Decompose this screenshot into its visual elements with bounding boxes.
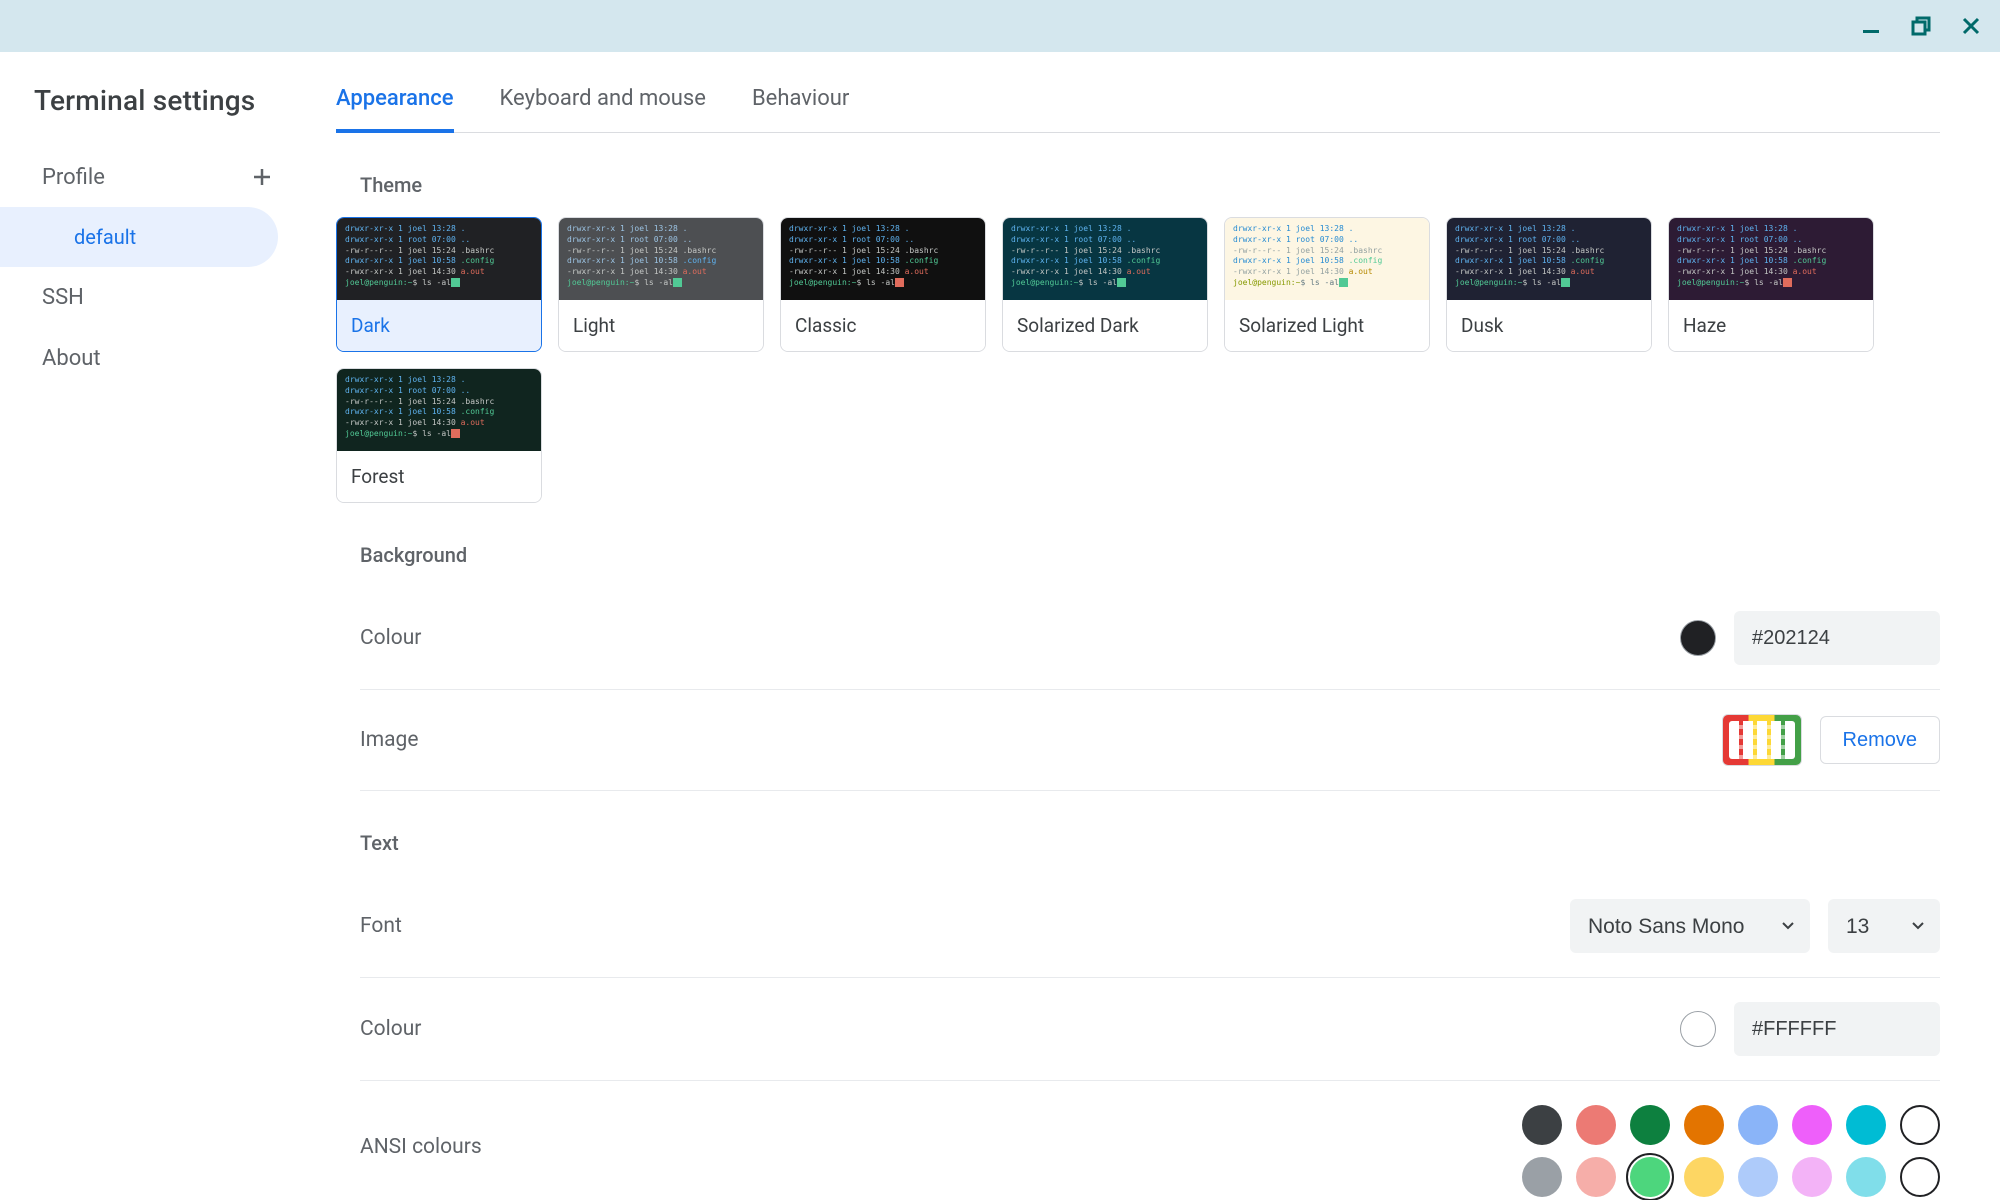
theme-card-light[interactable]: drwxr-xr-x 1 joel 13:28 . drwxr-xr-x 1 r…	[558, 217, 764, 352]
font-label: Font	[360, 914, 402, 938]
ansi-swatch[interactable]	[1576, 1105, 1616, 1145]
ansi-swatch[interactable]	[1522, 1105, 1562, 1145]
row-background-colour: Colour	[360, 587, 1940, 690]
bg-image-label: Image	[360, 728, 418, 752]
text-colour-label: Colour	[360, 1017, 421, 1041]
sidebar-item-about[interactable]: About	[0, 328, 296, 389]
ansi-swatch[interactable]	[1630, 1105, 1670, 1145]
theme-card-dusk[interactable]: drwxr-xr-x 1 joel 13:28 . drwxr-xr-x 1 r…	[1446, 217, 1652, 352]
bg-colour-label: Colour	[360, 626, 421, 650]
window-titlebar	[0, 0, 2000, 52]
theme-preview: drwxr-xr-x 1 joel 13:28 . drwxr-xr-x 1 r…	[337, 218, 541, 300]
close-button[interactable]	[1960, 15, 1982, 37]
theme-preview: drwxr-xr-x 1 joel 13:28 . drwxr-xr-x 1 r…	[559, 218, 763, 300]
maximize-button[interactable]	[1910, 15, 1932, 37]
text-colour-input[interactable]	[1734, 1002, 1940, 1056]
ansi-swatch[interactable]	[1900, 1105, 1940, 1145]
ansi-swatch[interactable]	[1900, 1157, 1940, 1197]
tab-behaviour[interactable]: Behaviour	[752, 86, 849, 133]
tab-keyboard-mouse[interactable]: Keyboard and mouse	[500, 86, 706, 133]
section-heading-text: Text	[336, 791, 1940, 875]
minimize-button[interactable]	[1860, 15, 1882, 37]
bg-colour-swatch[interactable]	[1680, 620, 1716, 656]
font-select[interactable]: Noto Sans Mono	[1570, 899, 1810, 953]
sidebar: Terminal settings Profile default SSH Ab…	[0, 52, 296, 1200]
ansi-swatch[interactable]	[1684, 1105, 1724, 1145]
theme-label: Forest	[337, 451, 541, 502]
theme-preview: drwxr-xr-x 1 joel 13:28 . drwxr-xr-x 1 r…	[781, 218, 985, 300]
theme-preview: drwxr-xr-x 1 joel 13:28 . drwxr-xr-x 1 r…	[1669, 218, 1873, 300]
theme-label: Dark	[337, 300, 541, 351]
ansi-swatch[interactable]	[1846, 1105, 1886, 1145]
app-title: Terminal settings	[0, 80, 296, 147]
bg-image-thumbnail[interactable]	[1722, 714, 1802, 766]
row-background-image: Image Remove	[360, 690, 1940, 791]
theme-label: Light	[559, 300, 763, 351]
bg-colour-input[interactable]	[1734, 611, 1940, 665]
theme-card-solarized-dark[interactable]: drwxr-xr-x 1 joel 13:28 . drwxr-xr-x 1 r…	[1002, 217, 1208, 352]
theme-label: Haze	[1669, 300, 1873, 351]
ansi-swatch[interactable]	[1684, 1157, 1724, 1197]
remove-image-button[interactable]: Remove	[1820, 716, 1940, 764]
ansi-palette-row1	[1510, 1105, 1940, 1145]
theme-card-classic[interactable]: drwxr-xr-x 1 joel 13:28 . drwxr-xr-x 1 r…	[780, 217, 986, 352]
sidebar-item-ssh[interactable]: SSH	[0, 267, 296, 328]
ansi-swatch[interactable]	[1738, 1157, 1778, 1197]
row-font: Font Noto Sans Mono 13	[360, 875, 1940, 978]
ansi-palette-row2	[1510, 1157, 1940, 1197]
ansi-swatch[interactable]	[1576, 1157, 1616, 1197]
ansi-swatch[interactable]	[1846, 1157, 1886, 1197]
add-profile-button[interactable]	[248, 163, 276, 191]
ansi-label: ANSI colours	[360, 1105, 482, 1159]
section-heading-theme: Theme	[336, 133, 1940, 217]
theme-card-dark[interactable]: drwxr-xr-x 1 joel 13:28 . drwxr-xr-x 1 r…	[336, 217, 542, 352]
theme-card-haze[interactable]: drwxr-xr-x 1 joel 13:28 . drwxr-xr-x 1 r…	[1668, 217, 1874, 352]
theme-preview: drwxr-xr-x 1 joel 13:28 . drwxr-xr-x 1 r…	[1447, 218, 1651, 300]
theme-grid: drwxr-xr-x 1 joel 13:28 . drwxr-xr-x 1 r…	[336, 217, 1940, 503]
text-colour-swatch[interactable]	[1680, 1011, 1716, 1047]
tab-appearance[interactable]: Appearance	[336, 86, 454, 133]
ansi-swatch[interactable]	[1630, 1157, 1670, 1197]
ansi-swatch[interactable]	[1522, 1157, 1562, 1197]
row-ansi-colours: ANSI colours	[360, 1081, 1940, 1197]
theme-label: Dusk	[1447, 300, 1651, 351]
sidebar-profile-header: Profile	[0, 147, 296, 207]
ansi-swatch[interactable]	[1792, 1157, 1832, 1197]
theme-preview: drwxr-xr-x 1 joel 13:28 . drwxr-xr-x 1 r…	[1003, 218, 1207, 300]
ansi-swatch[interactable]	[1738, 1105, 1778, 1145]
theme-label: Solarized Light	[1225, 300, 1429, 351]
profile-heading: Profile	[42, 165, 105, 190]
font-size-select[interactable]: 13	[1828, 899, 1940, 953]
row-text-colour: Colour	[360, 978, 1940, 1081]
theme-card-solarized-light[interactable]: drwxr-xr-x 1 joel 13:28 . drwxr-xr-x 1 r…	[1224, 217, 1430, 352]
theme-preview: drwxr-xr-x 1 joel 13:28 . drwxr-xr-x 1 r…	[1225, 218, 1429, 300]
theme-card-forest[interactable]: drwxr-xr-x 1 joel 13:28 . drwxr-xr-x 1 r…	[336, 368, 542, 503]
theme-label: Solarized Dark	[1003, 300, 1207, 351]
theme-label: Classic	[781, 300, 985, 351]
ansi-swatch[interactable]	[1792, 1105, 1832, 1145]
theme-preview: drwxr-xr-x 1 joel 13:28 . drwxr-xr-x 1 r…	[337, 369, 541, 451]
tabs: Appearance Keyboard and mouse Behaviour	[336, 52, 1940, 133]
sidebar-profile-default[interactable]: default	[0, 207, 278, 267]
section-heading-background: Background	[336, 503, 1940, 587]
main-content: Appearance Keyboard and mouse Behaviour …	[296, 52, 2000, 1200]
